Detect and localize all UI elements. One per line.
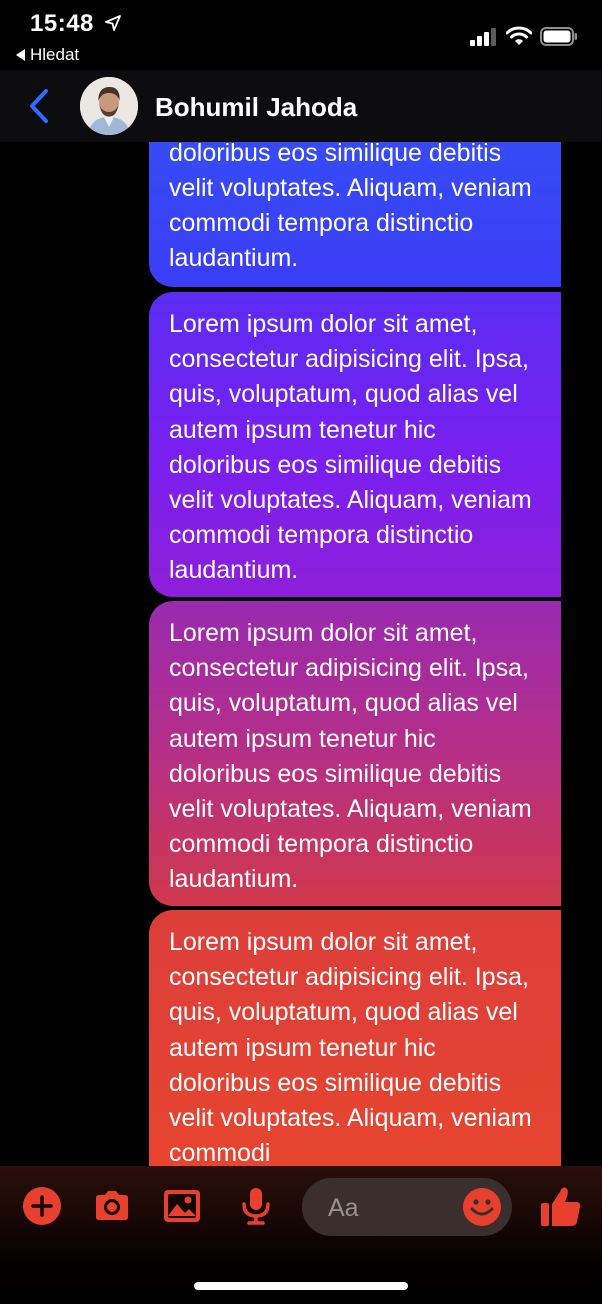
microphone-icon[interactable] bbox=[236, 1186, 276, 1226]
home-indicator[interactable] bbox=[194, 1282, 408, 1290]
message-input-placeholder: Aa bbox=[328, 1194, 359, 1222]
person-avatar-icon bbox=[80, 77, 138, 135]
chat-header: Bohumil Jahoda bbox=[0, 70, 602, 142]
composer-bar: Aa bbox=[0, 1166, 602, 1304]
plus-icon[interactable] bbox=[22, 1186, 62, 1226]
message-bubble[interactable]: Lorem ipsum dolor sit amet, consectetur … bbox=[149, 910, 561, 1166]
status-time: 15:48 bbox=[30, 10, 94, 37]
message-list[interactable]: Lorem ipsum dolor sit amet, consectetur … bbox=[0, 142, 602, 1166]
back-triangle-icon bbox=[16, 49, 25, 61]
thumbs-up-icon[interactable] bbox=[540, 1184, 582, 1228]
image-icon[interactable] bbox=[162, 1186, 202, 1226]
message-bubble[interactable]: Lorem ipsum dolor sit amet, consectetur … bbox=[149, 142, 561, 287]
back-to-app-link[interactable]: Hledat bbox=[16, 45, 79, 65]
location-arrow-icon bbox=[105, 15, 121, 31]
status-bar: 15:48 Hledat bbox=[0, 0, 602, 70]
contact-name[interactable]: Bohumil Jahoda bbox=[155, 92, 357, 123]
contact-avatar[interactable] bbox=[80, 77, 138, 135]
back-app-label: Hledat bbox=[30, 45, 80, 64]
message-bubble[interactable]: Lorem ipsum dolor sit amet, consectetur … bbox=[149, 601, 561, 906]
message-bubble[interactable]: Lorem ipsum dolor sit amet, consectetur … bbox=[149, 292, 561, 597]
message-input[interactable]: Aa bbox=[302, 1178, 512, 1236]
battery-icon bbox=[540, 27, 577, 46]
emoji-icon[interactable] bbox=[462, 1187, 502, 1227]
cellular-signal-icon bbox=[470, 28, 496, 46]
wifi-icon bbox=[506, 26, 532, 45]
back-chevron-icon[interactable] bbox=[26, 88, 52, 124]
camera-icon[interactable] bbox=[92, 1186, 132, 1226]
